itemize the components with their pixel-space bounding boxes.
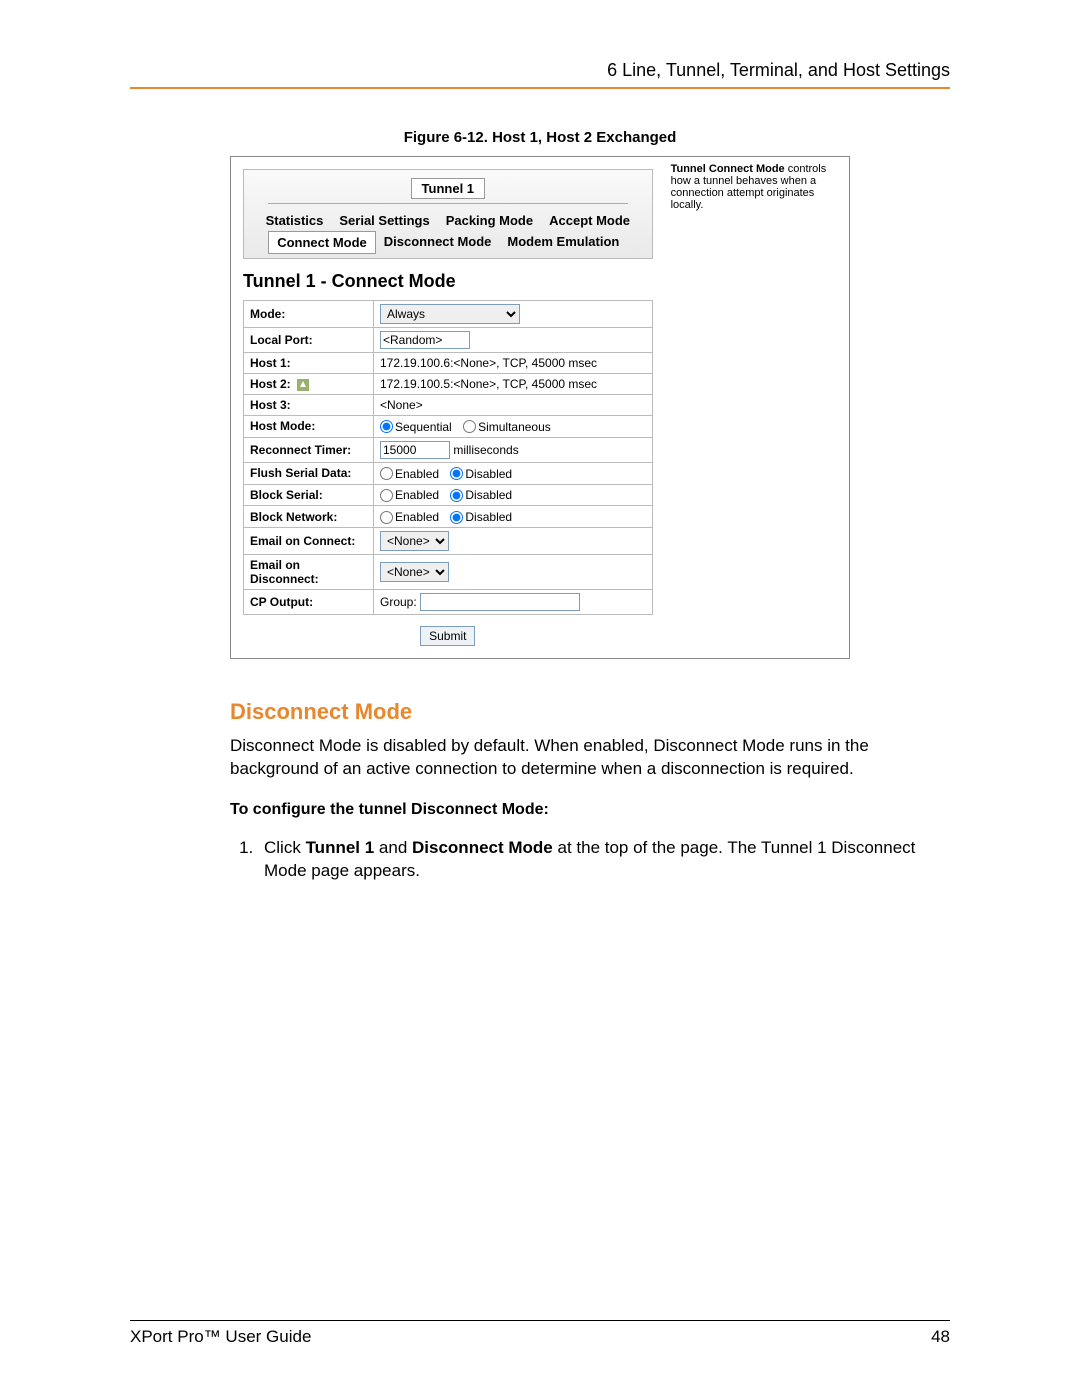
submit-button[interactable]: Submit — [420, 626, 475, 646]
reconnect-input[interactable] — [380, 441, 450, 459]
host3-label: Host 3: — [244, 395, 374, 416]
host1-label: Host 1: — [244, 353, 374, 374]
local-port-input[interactable] — [380, 331, 470, 349]
host-mode-simultaneous-label: Simultaneous — [478, 420, 551, 434]
section-para: Disconnect Mode is disabled by default. … — [230, 735, 950, 781]
nav-packing-mode[interactable]: Packing Mode — [438, 210, 541, 231]
steps-list: Click Tunnel 1 and Disconnect Mode at th… — [258, 837, 950, 883]
block-network-enabled-radio[interactable] — [380, 511, 393, 524]
mode-label: Mode: — [244, 301, 374, 328]
figure-caption: Figure 6-12. Host 1, Host 2 Exchanged — [130, 129, 950, 146]
cp-output-input[interactable] — [420, 593, 580, 611]
block-network-disabled-radio[interactable] — [450, 511, 463, 524]
email-disconnect-label: Email on Disconnect: — [244, 555, 374, 590]
block-serial-enabled-radio[interactable] — [380, 489, 393, 502]
cp-output-prefix: Group: — [380, 595, 417, 609]
flush-enabled-label: Enabled — [395, 467, 439, 481]
side-note-bold: Tunnel Connect Mode — [671, 163, 785, 175]
cp-output-label: CP Output: — [244, 590, 374, 615]
tab-header: Tunnel 1 Statistics Serial Settings Pack… — [243, 169, 653, 259]
figure-frame: Tunnel 1 Statistics Serial Settings Pack… — [230, 156, 850, 659]
tab-nav: Statistics Serial Settings Packing Mode … — [256, 210, 640, 254]
footer-left: XPort Pro™ User Guide — [130, 1327, 311, 1347]
host-mode-sequential-label: Sequential — [395, 420, 452, 434]
nav-statistics[interactable]: Statistics — [258, 210, 332, 231]
host2-value: 172.19.100.5:<None>, TCP, 45000 msec — [374, 374, 653, 395]
up-arrow-icon[interactable] — [297, 379, 309, 391]
form-heading: Tunnel 1 - Connect Mode — [243, 271, 653, 292]
step1-b2: Disconnect Mode — [412, 838, 553, 857]
step-1: Click Tunnel 1 and Disconnect Mode at th… — [258, 837, 950, 883]
block-network-disabled-label: Disabled — [465, 510, 512, 524]
email-connect-select[interactable]: <None> — [380, 531, 449, 551]
host2-label: Host 2: — [250, 377, 291, 391]
section-heading: Disconnect Mode — [230, 699, 950, 725]
section-subheading: To configure the tunnel Disconnect Mode: — [230, 801, 950, 819]
reconnect-unit: milliseconds — [453, 443, 518, 457]
flush-disabled-label: Disabled — [465, 467, 512, 481]
tab-tunnel1[interactable]: Tunnel 1 — [411, 178, 485, 199]
step1-mid: and — [374, 838, 412, 857]
flush-enabled-radio[interactable] — [380, 467, 393, 480]
email-connect-label: Email on Connect: — [244, 528, 374, 555]
mode-select[interactable]: Always — [380, 304, 520, 324]
host-mode-sequential-radio[interactable] — [380, 420, 393, 433]
block-serial-label: Block Serial: — [244, 484, 374, 506]
footer-page-number: 48 — [931, 1327, 950, 1347]
email-disconnect-select[interactable]: <None> — [380, 562, 449, 582]
block-serial-enabled-label: Enabled — [395, 488, 439, 502]
block-serial-disabled-label: Disabled — [465, 488, 512, 502]
nav-disconnect-mode[interactable]: Disconnect Mode — [376, 231, 500, 254]
side-note: Tunnel Connect Mode controls how a tunne… — [665, 157, 849, 658]
flush-label: Flush Serial Data: — [244, 462, 374, 484]
host3-value: <None> — [374, 395, 653, 416]
chapter-title: 6 Line, Tunnel, Terminal, and Host Setti… — [130, 60, 950, 81]
block-network-enabled-label: Enabled — [395, 510, 439, 524]
nav-serial-settings[interactable]: Serial Settings — [331, 210, 437, 231]
block-network-label: Block Network: — [244, 506, 374, 528]
local-port-label: Local Port: — [244, 328, 374, 353]
reconnect-label: Reconnect Timer: — [244, 437, 374, 462]
host-mode-label: Host Mode: — [244, 416, 374, 438]
nav-accept-mode[interactable]: Accept Mode — [541, 210, 638, 231]
form-table: Mode: Always Local Port: Host 1: 172. — [243, 300, 653, 615]
flush-disabled-radio[interactable] — [450, 467, 463, 480]
host-mode-simultaneous-radio[interactable] — [463, 420, 476, 433]
block-serial-disabled-radio[interactable] — [450, 489, 463, 502]
host1-value: 172.19.100.6:<None>, TCP, 45000 msec — [374, 353, 653, 374]
page-footer: XPort Pro™ User Guide 48 — [130, 1320, 950, 1347]
nav-connect-mode[interactable]: Connect Mode — [268, 231, 376, 254]
nav-modem-emulation[interactable]: Modem Emulation — [499, 231, 627, 254]
step1-b1: Tunnel 1 — [306, 838, 375, 857]
step1-pre: Click — [264, 838, 306, 857]
